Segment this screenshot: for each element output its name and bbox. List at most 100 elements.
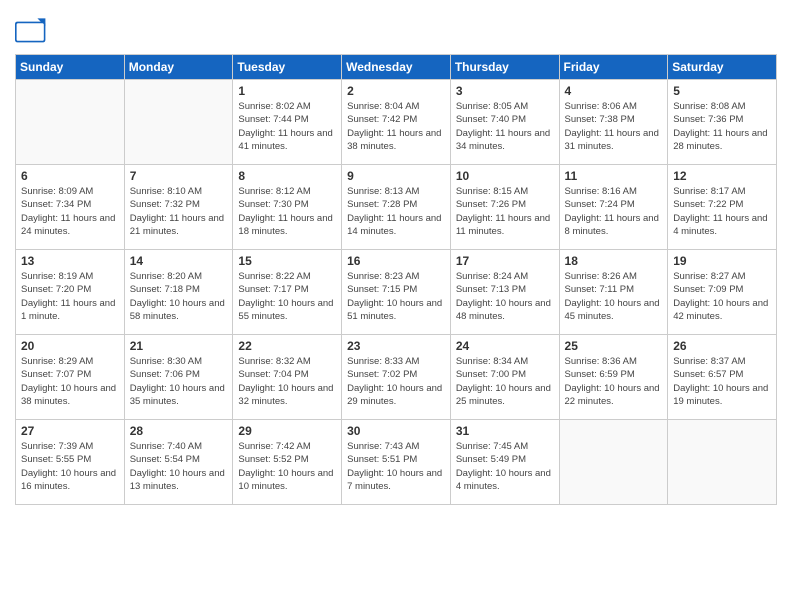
- day-info: Sunrise: 8:09 AM Sunset: 7:34 PM Dayligh…: [21, 185, 119, 238]
- day-info: Sunrise: 8:16 AM Sunset: 7:24 PM Dayligh…: [565, 185, 663, 238]
- calendar-week-row: 27Sunrise: 7:39 AM Sunset: 5:55 PM Dayli…: [16, 420, 777, 505]
- calendar-day-cell: 14 Sunrise: 8:20 AM Sunset: 7:18 PM Dayli…: [124, 250, 233, 335]
- calendar-day-cell: 7Sunrise: 8:10 AM Sunset: 7:32 PM Daylig…: [124, 165, 233, 250]
- day-info: Sunrise: 7:40 AM Sunset: 5:54 PM Dayligh…: [130, 440, 228, 493]
- day-info: Sunrise: 7:45 AM Sunset: 5:49 PM Dayligh…: [456, 440, 554, 493]
- generalblue-logo-icon: [15, 18, 47, 46]
- day-number: 25: [565, 339, 663, 353]
- calendar-day-cell: 8 Sunrise: 8:12 AM Sunset: 7:30 PM Daylig…: [233, 165, 342, 250]
- day-info: Sunrise: 8:33 AM Sunset: 7:02 PM Dayligh…: [347, 355, 445, 408]
- day-info: Sunrise: 8:30 AM Sunset: 7:06 PM Dayligh…: [130, 355, 228, 408]
- day-number: 9: [347, 169, 445, 183]
- calendar-day-cell: [559, 420, 668, 505]
- day-info: Sunrise: 8:32 AM Sunset: 7:04 PM Dayligh…: [238, 355, 336, 408]
- calendar-day-cell: 21 Sunrise: 8:30 AM Sunset: 7:06 PM Dayli…: [124, 335, 233, 420]
- day-info: Sunrise: 8:34 AM Sunset: 7:00 PM Dayligh…: [456, 355, 554, 408]
- day-info: Sunrise: 7:43 AM Sunset: 5:51 PM Dayligh…: [347, 440, 445, 493]
- day-info: Sunrise: 8:13 AM Sunset: 7:28 PM Dayligh…: [347, 185, 445, 238]
- day-of-week-header: Monday: [124, 55, 233, 80]
- day-number: 26: [673, 339, 771, 353]
- calendar-day-cell: 25 Sunrise: 8:36 AM Sunset: 6:59 PM Dayli…: [559, 335, 668, 420]
- day-number: 21: [130, 339, 228, 353]
- day-info: Sunrise: 8:15 AM Sunset: 7:26 PM Dayligh…: [456, 185, 554, 238]
- day-number: 13: [21, 254, 119, 268]
- day-number: 5: [673, 84, 771, 98]
- header: [15, 10, 777, 46]
- calendar-day-cell: 6 Sunrise: 8:09 AM Sunset: 7:34 PM Daylig…: [16, 165, 125, 250]
- calendar-week-row: 6 Sunrise: 8:09 AM Sunset: 7:34 PM Daylig…: [16, 165, 777, 250]
- calendar-day-cell: 18 Sunrise: 8:26 AM Sunset: 7:11 PM Dayli…: [559, 250, 668, 335]
- day-info: Sunrise: 8:02 AM Sunset: 7:44 PM Dayligh…: [238, 100, 336, 153]
- calendar-day-cell: 15Sunrise: 8:22 AM Sunset: 7:17 PM Dayli…: [233, 250, 342, 335]
- day-number: 22: [238, 339, 336, 353]
- calendar-week-row: 13 Sunrise: 8:19 AM Sunset: 7:20 PM Dayli…: [16, 250, 777, 335]
- calendar-day-cell: 30 Sunrise: 7:43 AM Sunset: 5:51 PM Dayli…: [342, 420, 451, 505]
- day-info: Sunrise: 8:24 AM Sunset: 7:13 PM Dayligh…: [456, 270, 554, 323]
- day-number: 3: [456, 84, 554, 98]
- day-number: 8: [238, 169, 336, 183]
- calendar-day-cell: 24 Sunrise: 8:34 AM Sunset: 7:00 PM Dayli…: [450, 335, 559, 420]
- day-info: Sunrise: 8:05 AM Sunset: 7:40 PM Dayligh…: [456, 100, 554, 153]
- day-info: Sunrise: 8:04 AM Sunset: 7:42 PM Dayligh…: [347, 100, 445, 153]
- day-of-week-header: Wednesday: [342, 55, 451, 80]
- logo: [15, 18, 51, 46]
- day-number: 17: [456, 254, 554, 268]
- day-of-week-header: Saturday: [668, 55, 777, 80]
- day-number: 11: [565, 169, 663, 183]
- day-number: 10: [456, 169, 554, 183]
- day-number: 30: [347, 424, 445, 438]
- calendar-day-cell: 23Sunrise: 8:33 AM Sunset: 7:02 PM Dayli…: [342, 335, 451, 420]
- calendar-day-cell: [668, 420, 777, 505]
- day-number: 2: [347, 84, 445, 98]
- day-number: 1: [238, 84, 336, 98]
- day-number: 18: [565, 254, 663, 268]
- calendar-day-cell: 2 Sunrise: 8:04 AM Sunset: 7:42 PM Daylig…: [342, 80, 451, 165]
- day-number: 29: [238, 424, 336, 438]
- page: SundayMondayTuesdayWednesdayThursdayFrid…: [0, 0, 792, 612]
- day-info: Sunrise: 8:12 AM Sunset: 7:30 PM Dayligh…: [238, 185, 336, 238]
- calendar-day-cell: 16Sunrise: 8:23 AM Sunset: 7:15 PM Dayli…: [342, 250, 451, 335]
- calendar-day-cell: 17 Sunrise: 8:24 AM Sunset: 7:13 PM Dayli…: [450, 250, 559, 335]
- day-info: Sunrise: 8:37 AM Sunset: 6:57 PM Dayligh…: [673, 355, 771, 408]
- day-info: Sunrise: 8:17 AM Sunset: 7:22 PM Dayligh…: [673, 185, 771, 238]
- day-number: 27: [21, 424, 119, 438]
- days-of-week-row: SundayMondayTuesdayWednesdayThursdayFrid…: [16, 55, 777, 80]
- day-number: 12: [673, 169, 771, 183]
- day-of-week-header: Friday: [559, 55, 668, 80]
- calendar-day-cell: 5 Sunrise: 8:08 AM Sunset: 7:36 PM Daylig…: [668, 80, 777, 165]
- day-info: Sunrise: 8:26 AM Sunset: 7:11 PM Dayligh…: [565, 270, 663, 323]
- calendar-day-cell: 12 Sunrise: 8:17 AM Sunset: 7:22 PM Dayli…: [668, 165, 777, 250]
- calendar-day-cell: 29Sunrise: 7:42 AM Sunset: 5:52 PM Dayli…: [233, 420, 342, 505]
- day-number: 19: [673, 254, 771, 268]
- calendar-day-cell: 4Sunrise: 8:06 AM Sunset: 7:38 PM Daylig…: [559, 80, 668, 165]
- calendar-day-cell: [16, 80, 125, 165]
- calendar-day-cell: 3 Sunrise: 8:05 AM Sunset: 7:40 PM Daylig…: [450, 80, 559, 165]
- calendar-body: 1 Sunrise: 8:02 AM Sunset: 7:44 PM Daylig…: [16, 80, 777, 505]
- day-of-week-header: Tuesday: [233, 55, 342, 80]
- calendar-day-cell: 26 Sunrise: 8:37 AM Sunset: 6:57 PM Dayli…: [668, 335, 777, 420]
- day-info: Sunrise: 8:19 AM Sunset: 7:20 PM Dayligh…: [21, 270, 119, 323]
- day-number: 28: [130, 424, 228, 438]
- day-info: Sunrise: 8:29 AM Sunset: 7:07 PM Dayligh…: [21, 355, 119, 408]
- day-number: 24: [456, 339, 554, 353]
- day-info: Sunrise: 8:08 AM Sunset: 7:36 PM Dayligh…: [673, 100, 771, 153]
- day-of-week-header: Thursday: [450, 55, 559, 80]
- calendar-day-cell: [124, 80, 233, 165]
- day-number: 4: [565, 84, 663, 98]
- calendar-day-cell: 13 Sunrise: 8:19 AM Sunset: 7:20 PM Dayli…: [16, 250, 125, 335]
- calendar-day-cell: 27Sunrise: 7:39 AM Sunset: 5:55 PM Dayli…: [16, 420, 125, 505]
- calendar-day-cell: 1 Sunrise: 8:02 AM Sunset: 7:44 PM Daylig…: [233, 80, 342, 165]
- day-info: Sunrise: 8:36 AM Sunset: 6:59 PM Dayligh…: [565, 355, 663, 408]
- calendar-header: SundayMondayTuesdayWednesdayThursdayFrid…: [16, 55, 777, 80]
- calendar-day-cell: 9 Sunrise: 8:13 AM Sunset: 7:28 PM Daylig…: [342, 165, 451, 250]
- day-number: 14: [130, 254, 228, 268]
- calendar-week-row: 1 Sunrise: 8:02 AM Sunset: 7:44 PM Daylig…: [16, 80, 777, 165]
- day-info: Sunrise: 8:20 AM Sunset: 7:18 PM Dayligh…: [130, 270, 228, 323]
- day-number: 31: [456, 424, 554, 438]
- day-number: 6: [21, 169, 119, 183]
- calendar-day-cell: 20 Sunrise: 8:29 AM Sunset: 7:07 PM Dayli…: [16, 335, 125, 420]
- day-number: 20: [21, 339, 119, 353]
- calendar-day-cell: 19 Sunrise: 8:27 AM Sunset: 7:09 PM Dayli…: [668, 250, 777, 335]
- calendar-day-cell: 31 Sunrise: 7:45 AM Sunset: 5:49 PM Dayli…: [450, 420, 559, 505]
- day-info: Sunrise: 8:27 AM Sunset: 7:09 PM Dayligh…: [673, 270, 771, 323]
